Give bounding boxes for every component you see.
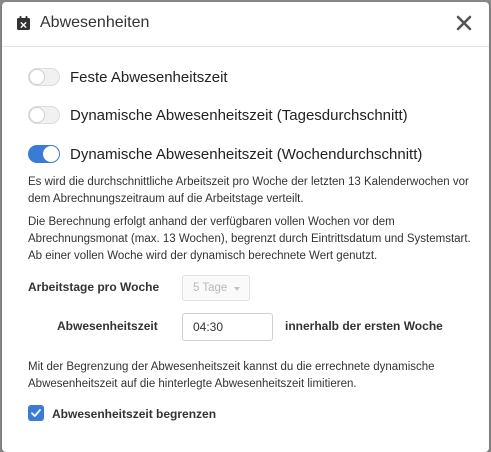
option-fixed-absence-label: Feste Abwesenheitszeit (70, 68, 228, 86)
option-dynamic-daily-label: Dynamische Abwesenheitszeit (Tagesdurchs… (70, 106, 408, 124)
absence-time-suffix: innerhalb der ersten Woche (285, 319, 443, 333)
weekly-average-description: Es wird die durchschnittliche Arbeitszei… (28, 176, 469, 205)
option-fixed-absence: Feste Abwesenheitszeit (28, 66, 228, 88)
limit-description: Mit der Begrenzung der Abwesenheitszeit … (28, 361, 435, 390)
toggle-dynamic-weekly[interactable] (28, 145, 60, 163)
option-dynamic-daily: Dynamische Abwesenheitszeit (Tagesdurchs… (28, 104, 408, 126)
workdays-label: Arbeitstage pro Woche (28, 280, 160, 294)
dialog-title: Abwesenheiten (40, 14, 150, 31)
option-dynamic-weekly: Dynamische Abwesenheitszeit (Wochendurch… (28, 143, 422, 165)
limit-checkbox[interactable] (28, 405, 44, 421)
check-icon (31, 409, 41, 417)
calendar-x-icon (17, 16, 30, 30)
close-icon[interactable] (455, 14, 473, 32)
calculation-description: Die Berechnung erfolgt anhand der verfüg… (28, 216, 471, 262)
limit-checkbox-label: Abwesenheitszeit begrenzen (52, 407, 217, 421)
workdays-value: 5 Tage (193, 282, 228, 294)
absence-time-input[interactable] (182, 313, 273, 341)
toggle-dynamic-daily[interactable] (28, 106, 60, 124)
absence-dialog: Abwesenheiten Feste Abwesenheitszeit Dyn… (2, 2, 489, 452)
chevron-down-icon (234, 287, 240, 291)
workdays-select[interactable]: 5 Tage (182, 275, 250, 301)
option-dynamic-weekly-label: Dynamische Abwesenheitszeit (Wochendurch… (70, 145, 423, 163)
absence-time-label: Abwesenheitszeit (57, 319, 158, 333)
dialog-header: Abwesenheiten (2, 2, 489, 47)
toggle-fixed-absence[interactable] (28, 68, 60, 86)
